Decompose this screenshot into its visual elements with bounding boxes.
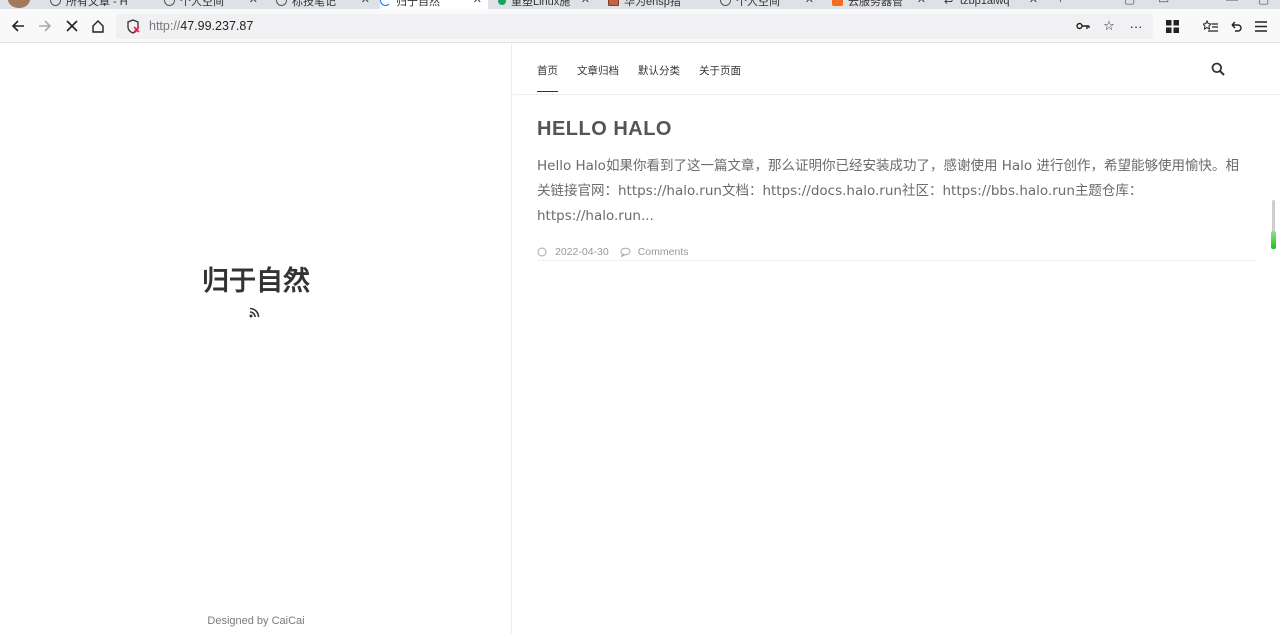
post-meta: 2022-04-30 Comments xyxy=(537,246,1257,258)
tab-2[interactable]: 个人空间 ✕ xyxy=(164,0,264,9)
forward-icon[interactable] xyxy=(35,16,55,36)
search-icon[interactable] xyxy=(1211,62,1225,76)
comment-icon xyxy=(620,247,631,257)
close-tab-icon[interactable]: ✕ xyxy=(1029,0,1038,6)
menu-icon[interactable] xyxy=(1251,16,1271,36)
nav-item-default-category[interactable]: 默认分类 xyxy=(638,63,680,92)
close-tab-icon[interactable]: ✕ xyxy=(361,0,370,6)
maximize-icon[interactable]: ▢ xyxy=(1258,0,1269,6)
loading-icon xyxy=(380,0,391,6)
nav-item-archive[interactable]: 文章归档 xyxy=(577,63,619,92)
cloud-icon xyxy=(832,0,843,6)
globe-icon xyxy=(720,0,731,6)
close-tab-icon[interactable]: ✕ xyxy=(805,0,814,6)
favorites-list-icon[interactable] xyxy=(1200,16,1220,36)
tab-list-icon[interactable]: ▢ xyxy=(1124,0,1135,6)
close-tab-icon[interactable]: ✕ xyxy=(581,0,590,6)
footer-credit: Designed by CaiCai xyxy=(207,615,305,627)
address-bar[interactable]: http://47.99.237.87 ☆ ··· xyxy=(116,14,1153,39)
tab-8[interactable]: 云服务器管 ✕ xyxy=(832,0,932,9)
post-divider xyxy=(537,260,1256,261)
tab-title: 个人空间 xyxy=(736,0,780,8)
new-tab-icon[interactable]: + xyxy=(1057,0,1064,6)
globe-icon xyxy=(164,0,175,6)
back-icon[interactable] xyxy=(8,16,28,36)
tab-title: 云服务器管 xyxy=(848,0,903,8)
stop-icon[interactable] xyxy=(62,16,82,36)
url-text[interactable]: http://47.99.237.87 xyxy=(149,19,253,33)
browser-toolbar: http://47.99.237.87 ☆ ··· xyxy=(0,9,1280,43)
post-card: HELLO HALO Hello Halo如果你看到了这一篇文章，那么证明你已经… xyxy=(537,118,1257,258)
tab-title: tzbp1aiwq xyxy=(960,0,1010,7)
globe-icon xyxy=(276,0,287,6)
close-tab-icon[interactable]: ✕ xyxy=(249,0,258,6)
profile-avatar[interactable] xyxy=(8,0,30,8)
collections-icon[interactable] xyxy=(1162,16,1182,36)
scroll-indicator[interactable] xyxy=(1271,200,1277,250)
key-icon[interactable] xyxy=(1074,17,1092,35)
tab-title: 重塑Linux施 xyxy=(511,0,571,8)
close-tab-icon[interactable]: ✕ xyxy=(917,0,926,6)
tab-title: 个人空间 xyxy=(180,0,224,8)
content-panel: 首页 文章归档 默认分类 关于页面 HELLO HALO Hello Halo如… xyxy=(513,44,1280,634)
arrow-icon: ↩ xyxy=(944,0,954,8)
home-icon[interactable] xyxy=(88,16,108,36)
tab-title: 华为ensp指 xyxy=(624,0,681,8)
rss-icon[interactable] xyxy=(249,307,260,318)
insecure-shield-icon[interactable] xyxy=(126,19,140,34)
scroll-progress-marker xyxy=(1271,231,1276,249)
restore-icon[interactable]: ▭ xyxy=(1158,0,1169,6)
tab-5[interactable]: 重塑Linux施 ✕ xyxy=(498,0,596,9)
tab-title: 标技笔记 xyxy=(292,0,336,8)
site-title[interactable]: 归于自然 xyxy=(0,259,512,298)
tab-3[interactable]: 标技笔记 ✕ xyxy=(276,0,376,9)
nav-divider xyxy=(513,94,1280,95)
tab-title: 所有文章 - H xyxy=(66,0,128,8)
tab-active[interactable]: 归于自然 ✕ xyxy=(380,0,488,9)
tab-title: 归于自然 xyxy=(396,0,440,8)
post-excerpt: Hello Halo如果你看到了这一篇文章，那么证明你已经安装成功了，感谢使用 … xyxy=(537,158,1239,224)
more-icon[interactable]: ··· xyxy=(1127,17,1145,35)
main-nav: 首页 文章归档 默认分类 关于页面 xyxy=(537,63,760,92)
close-tab-icon[interactable]: ✕ xyxy=(473,0,482,6)
image-icon xyxy=(608,0,619,6)
tab-7[interactable]: 个人空间 ✕ xyxy=(720,0,820,9)
nav-item-about[interactable]: 关于页面 xyxy=(699,63,741,92)
tab-1[interactable]: 所有文章 - H xyxy=(50,0,158,9)
tab-9[interactable]: ↩ tzbp1aiwq ✕ xyxy=(944,0,1044,9)
post-comments-link[interactable]: Comments xyxy=(638,246,689,258)
clock-icon xyxy=(537,247,547,257)
minimize-icon[interactable]: — xyxy=(1226,0,1238,6)
sidebar-panel: 归于自然 Designed by CaiCai xyxy=(0,44,512,634)
post-title[interactable]: HELLO HALO xyxy=(537,118,1257,141)
green-dot-icon xyxy=(498,0,506,5)
undo-icon[interactable] xyxy=(1225,16,1245,36)
globe-icon xyxy=(50,0,61,6)
scrollbar-thumb[interactable] xyxy=(1272,200,1275,232)
bookmark-star-icon[interactable]: ☆ xyxy=(1100,17,1118,35)
post-date: 2022-04-30 xyxy=(555,246,609,258)
tab-6[interactable]: 华为ensp指 xyxy=(608,0,706,9)
nav-item-home[interactable]: 首页 xyxy=(537,63,558,92)
tab-strip: 所有文章 - H 个人空间 ✕ 标技笔记 ✕ 归于自然 ✕ 重塑Linux施 ✕… xyxy=(0,0,1280,9)
